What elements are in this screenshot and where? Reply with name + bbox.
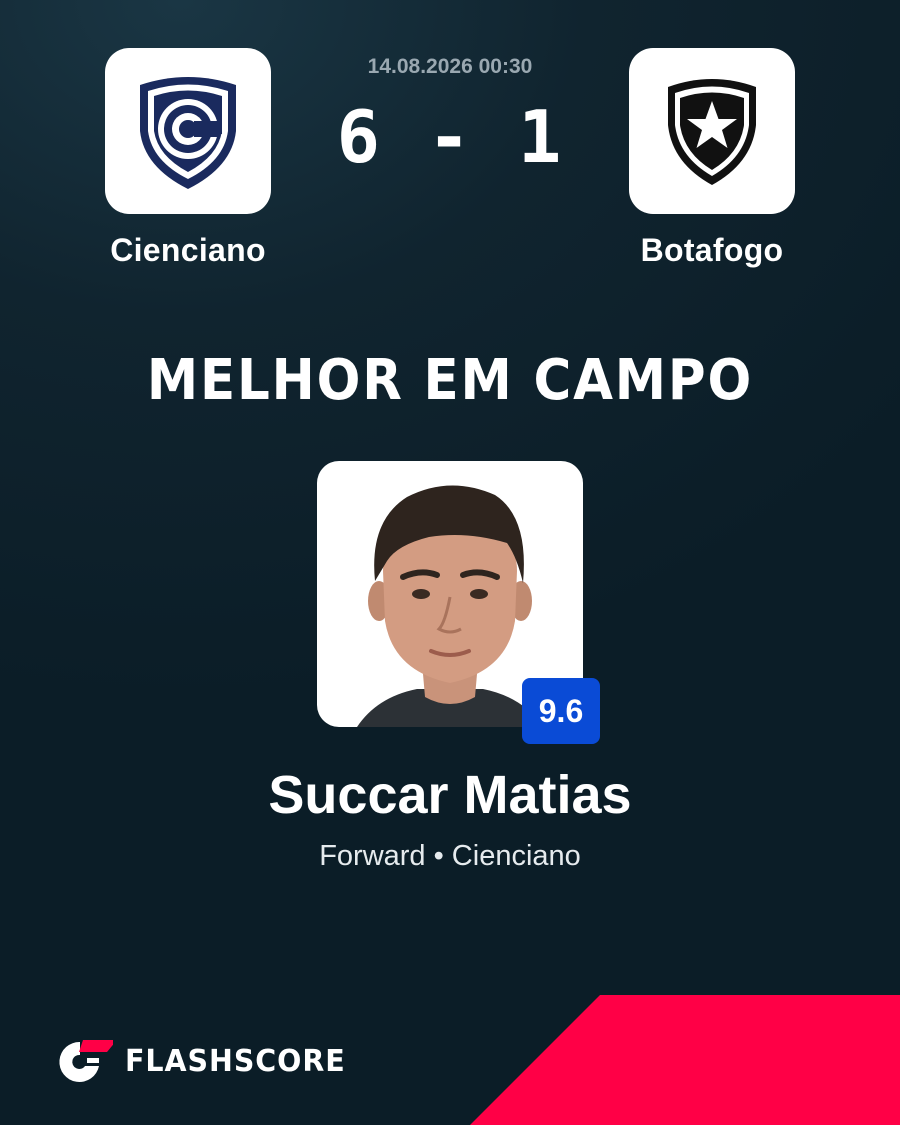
botafogo-star-crest-icon [668,79,756,185]
home-team-name: Cienciano [110,232,266,268]
match-score: 6 - 1 [336,95,564,179]
player-rating-badge: 9.6 [522,678,600,744]
brand-name: FLASHSCORE [125,1043,346,1079]
flashscore-brand: FLASHSCORE [55,1036,357,1086]
home-team-logo [105,48,271,214]
man-of-the-match-headline: MELHOR EM CAMPO [146,348,754,413]
player-position-team: Forward • Cienciano [319,840,581,872]
flashscore-logo-icon [59,1040,113,1082]
away-team-name: Botafogo [640,232,784,268]
cienciano-crest-icon [140,77,236,189]
red-corner-accent [470,995,900,1125]
match-datetime: 14.08.2026 00:30 [367,55,533,78]
away-team-logo [629,48,795,214]
player-name: Succar Matias [268,765,632,825]
